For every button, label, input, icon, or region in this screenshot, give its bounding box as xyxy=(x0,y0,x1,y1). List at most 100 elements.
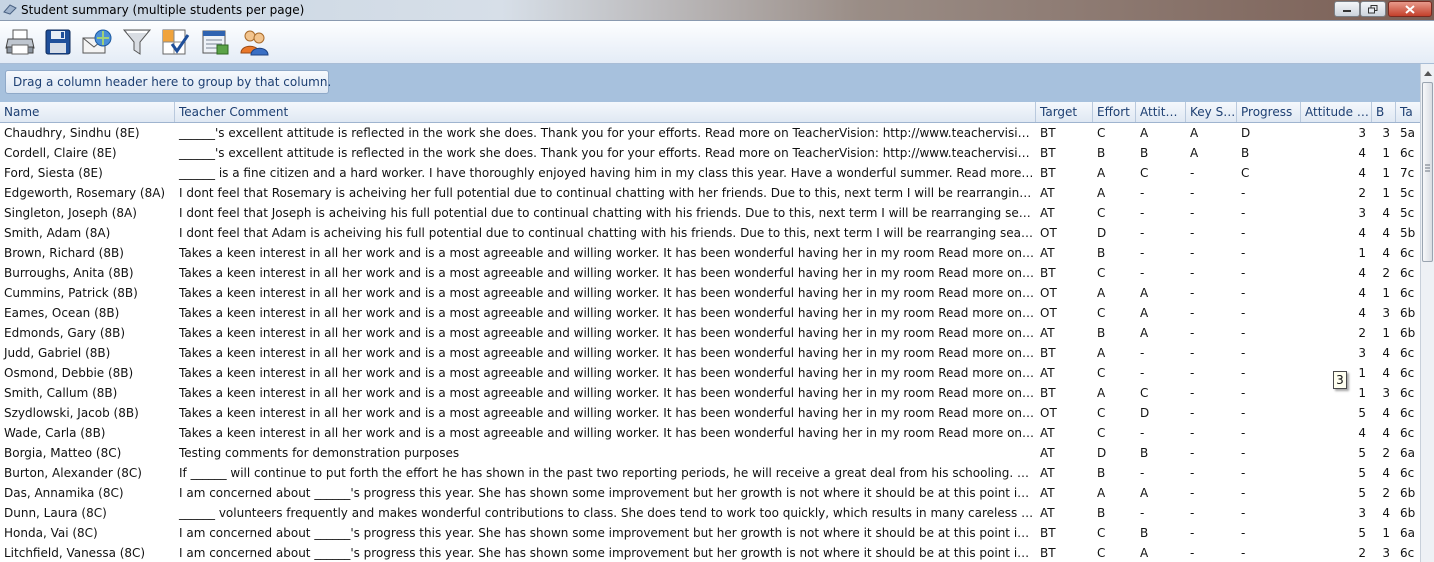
group-by-panel[interactable]: Drag a column header here to group by th… xyxy=(0,64,1420,103)
table-row[interactable]: Dunn, Laura (8C) ______ volunteers frequ… xyxy=(0,503,1420,523)
cell-key-skills[interactable]: - xyxy=(1186,163,1237,183)
cell-progress[interactable]: - xyxy=(1237,543,1301,562)
cell-ta[interactable]: 6b xyxy=(1396,303,1420,323)
cell-target[interactable]: AT xyxy=(1036,443,1093,463)
cell-b[interactable]: 1 xyxy=(1372,163,1396,183)
cell-ta[interactable]: 6c xyxy=(1396,383,1420,403)
cell-teacher-comment[interactable]: I dont feel that Adam is acheiving his f… xyxy=(175,223,1036,243)
cell-key-skills[interactable]: - xyxy=(1186,323,1237,343)
cell-name[interactable]: Burroughs, Anita (8B) xyxy=(0,263,175,283)
cell-progress[interactable]: - xyxy=(1237,403,1301,423)
column-header-b[interactable]: B xyxy=(1372,102,1396,122)
cell-attitude-score[interactable]: 5 xyxy=(1301,483,1372,503)
cell-name[interactable]: Edmonds, Gary (8B) xyxy=(0,323,175,343)
cell-name[interactable]: Das, Annamika (8C) xyxy=(0,483,175,503)
scroll-up-button[interactable] xyxy=(1421,66,1434,80)
cell-teacher-comment[interactable]: Testing comments for demonstration purpo… xyxy=(175,443,1036,463)
cell-attitude[interactable]: - xyxy=(1136,503,1186,523)
cell-effort[interactable]: B xyxy=(1093,143,1136,163)
cell-ta[interactable]: 5b xyxy=(1396,223,1420,243)
cell-effort[interactable]: C xyxy=(1093,543,1136,562)
cell-key-skills[interactable]: - xyxy=(1186,483,1237,503)
cell-key-skills[interactable]: - xyxy=(1186,543,1237,562)
cell-teacher-comment[interactable]: ______ volunteers frequently and makes w… xyxy=(175,503,1036,523)
cell-name[interactable]: Ford, Siesta (8E) xyxy=(0,163,175,183)
cell-attitude-score[interactable]: 1 xyxy=(1301,243,1372,263)
cell-attitude[interactable]: - xyxy=(1136,343,1186,363)
cell-b[interactable]: 2 xyxy=(1372,263,1396,283)
cell-target[interactable]: AT xyxy=(1036,183,1093,203)
cell-attitude[interactable]: - xyxy=(1136,363,1186,383)
cell-name[interactable]: Edgeworth, Rosemary (8A) xyxy=(0,183,175,203)
cell-b[interactable]: 3 xyxy=(1372,543,1396,562)
table-row[interactable]: Litchfield, Vanessa (8C) I am concerned a… xyxy=(0,543,1420,562)
cell-name[interactable]: Honda, Vai (8C) xyxy=(0,523,175,543)
cell-attitude-score[interactable]: 3 xyxy=(1301,123,1372,143)
cell-key-skills[interactable]: - xyxy=(1186,443,1237,463)
cell-effort[interactable]: C xyxy=(1093,203,1136,223)
cell-attitude[interactable]: A xyxy=(1136,283,1186,303)
cell-progress[interactable]: - xyxy=(1237,443,1301,463)
cell-effort[interactable]: A xyxy=(1093,163,1136,183)
save-button[interactable] xyxy=(41,25,75,59)
cell-progress[interactable]: C xyxy=(1237,163,1301,183)
column-header-target[interactable]: Target xyxy=(1036,102,1093,122)
cell-teacher-comment[interactable]: I am concerned about ______'s progress t… xyxy=(175,523,1036,543)
cell-key-skills[interactable]: - xyxy=(1186,523,1237,543)
cell-teacher-comment[interactable]: ______ is a fine citizen and a hard work… xyxy=(175,163,1036,183)
cell-target[interactable]: BT xyxy=(1036,383,1093,403)
cell-teacher-comment[interactable]: Takes a keen interest in all her work an… xyxy=(175,263,1036,283)
column-header-key-skills[interactable]: Key Skills xyxy=(1186,102,1237,122)
column-header-ta[interactable]: Ta xyxy=(1396,102,1420,122)
cell-effort[interactable]: A xyxy=(1093,483,1136,503)
cell-ta[interactable]: 6c xyxy=(1396,243,1420,263)
cell-effort[interactable]: B xyxy=(1093,243,1136,263)
table-row[interactable]: Chaudhry, Sindhu (8E) ______'s excellent … xyxy=(0,123,1420,143)
cell-attitude-score[interactable]: 2 xyxy=(1301,323,1372,343)
cell-name[interactable]: Dunn, Laura (8C) xyxy=(0,503,175,523)
table-row[interactable]: Burroughs, Anita (8B) Takes a keen intere… xyxy=(0,263,1420,283)
cell-key-skills[interactable]: - xyxy=(1186,423,1237,443)
cell-effort[interactable]: C xyxy=(1093,303,1136,323)
cell-attitude[interactable]: B xyxy=(1136,523,1186,543)
cell-progress[interactable]: - xyxy=(1237,463,1301,483)
cell-key-skills[interactable]: - xyxy=(1186,243,1237,263)
cell-attitude[interactable]: - xyxy=(1136,223,1186,243)
cell-effort[interactable]: C xyxy=(1093,423,1136,443)
table-row[interactable]: Cummins, Patrick (8B) Takes a keen intere… xyxy=(0,283,1420,303)
cell-key-skills[interactable]: - xyxy=(1186,303,1237,323)
cell-target[interactable]: AT xyxy=(1036,503,1093,523)
cell-attitude-score[interactable]: 4 xyxy=(1301,283,1372,303)
cell-b[interactable]: 1 xyxy=(1372,183,1396,203)
table-row[interactable]: Singleton, Joseph (8A) I dont feel that J… xyxy=(0,203,1420,223)
cell-b[interactable]: 4 xyxy=(1372,243,1396,263)
cell-b[interactable]: 4 xyxy=(1372,423,1396,443)
cell-progress[interactable]: - xyxy=(1237,323,1301,343)
maximize-button[interactable] xyxy=(1360,1,1386,17)
print-button[interactable] xyxy=(3,25,37,59)
table-row[interactable]: Honda, Vai (8C) I am concerned about ____… xyxy=(0,523,1420,543)
cell-attitude[interactable]: - xyxy=(1136,243,1186,263)
cell-key-skills[interactable]: - xyxy=(1186,183,1237,203)
cell-teacher-comment[interactable]: ______'s excellent attitude is reflected… xyxy=(175,143,1036,163)
cell-attitude[interactable]: C xyxy=(1136,383,1186,403)
cell-ta[interactable]: 5c xyxy=(1396,183,1420,203)
table-row[interactable]: Szydlowski, Jacob (8B) Takes a keen inter… xyxy=(0,403,1420,423)
cell-teacher-comment[interactable]: Takes a keen interest in all her work an… xyxy=(175,343,1036,363)
cell-ta[interactable]: 6c xyxy=(1396,363,1420,383)
cell-target[interactable]: BT xyxy=(1036,343,1093,363)
column-header-attitude-score[interactable]: Attitude Score xyxy=(1301,102,1372,122)
column-header-progress[interactable]: Progress xyxy=(1237,102,1301,122)
cell-target[interactable]: BT xyxy=(1036,163,1093,183)
cell-name[interactable]: Osmond, Debbie (8B) xyxy=(0,363,175,383)
cell-b[interactable]: 3 xyxy=(1372,383,1396,403)
report-button[interactable] xyxy=(198,25,232,59)
cell-ta[interactable]: 6c xyxy=(1396,143,1420,163)
cell-effort[interactable]: A xyxy=(1093,283,1136,303)
cell-b[interactable]: 4 xyxy=(1372,223,1396,243)
cell-name[interactable]: Singleton, Joseph (8A) xyxy=(0,203,175,223)
cell-ta[interactable]: 6a xyxy=(1396,443,1420,463)
cell-attitude[interactable]: - xyxy=(1136,423,1186,443)
cell-name[interactable]: Brown, Richard (8B) xyxy=(0,243,175,263)
cell-attitude[interactable]: D xyxy=(1136,403,1186,423)
